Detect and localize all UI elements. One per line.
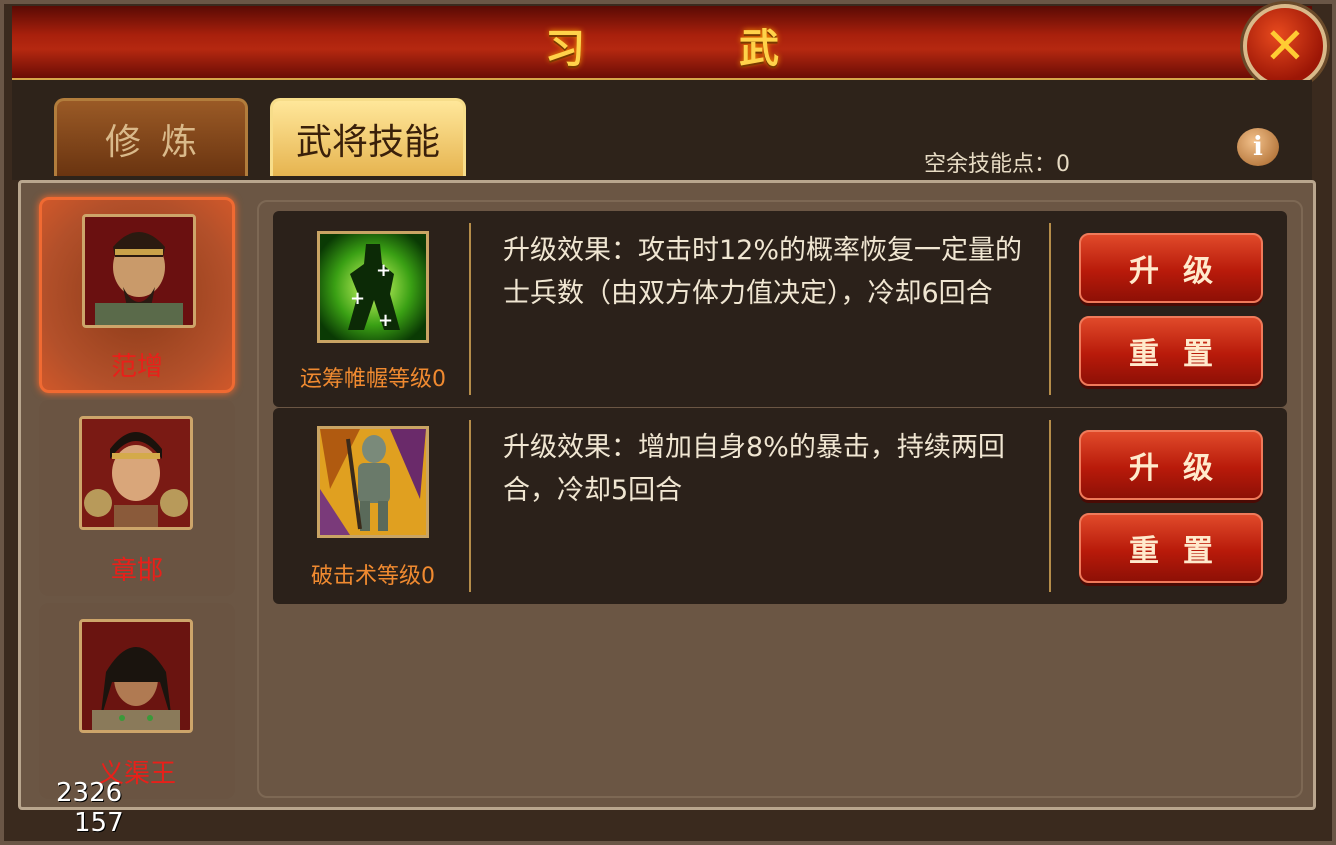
info-icon[interactable]: i	[1237, 128, 1279, 166]
hero-name: 范增	[110, 352, 163, 382]
reset-button[interactable]: 重置	[1079, 316, 1263, 386]
title-bar: 习 武	[12, 6, 1312, 81]
svg-text:+: +	[376, 260, 391, 281]
skill-level-label: 破击术等级0	[311, 564, 435, 589]
hero-portrait-yiquwang	[79, 619, 193, 733]
close-button[interactable]: ✕	[1243, 4, 1327, 88]
close-icon: ✕	[1264, 17, 1306, 75]
hero-card-fanzeng[interactable]: 范增	[39, 197, 235, 393]
armored-knight-icon[interactable]	[317, 426, 429, 538]
upgrade-button[interactable]: 升级	[1079, 430, 1263, 500]
green-energy-figure-icon[interactable]: + + +	[317, 231, 429, 343]
upgrade-button[interactable]: 升级	[1079, 233, 1263, 303]
skill-row: 破击术等级0 升级效果：增加自身8%的暴击，持续两回合，冷却5回合 升级 重置	[273, 408, 1287, 604]
skill-level-label: 运筹帷幄等级0	[300, 367, 446, 392]
skill-description: 升级效果：增加自身8%的暴击，持续两回合，冷却5回合	[503, 432, 1005, 506]
svg-text:+: +	[378, 310, 393, 331]
debug-counter: 157	[74, 808, 124, 838]
hero-portrait-fanzeng	[82, 214, 196, 328]
divider	[469, 223, 471, 395]
skill-row: + + + 运筹帷幄等级0 升级效果：攻击时12%的概率恢复一定量的士兵数（由双…	[273, 211, 1287, 407]
divider	[1049, 223, 1051, 395]
skill-description: 升级效果：攻击时12%的概率恢复一定量的士兵数（由双方体力值决定），冷却6回合	[503, 235, 1023, 309]
divider	[1049, 420, 1051, 592]
tab-general-skills[interactable]: 武将技能	[270, 98, 466, 176]
svg-text:+: +	[350, 288, 365, 309]
tab-cultivation[interactable]: 修炼	[54, 98, 248, 176]
skill-points-label: 空余技能点：0	[924, 152, 1070, 177]
divider	[469, 420, 471, 592]
hero-card-yiquwang[interactable]: 义渠王	[39, 603, 235, 799]
hero-portrait-zhanghan	[79, 416, 193, 530]
hero-name: 章邯	[110, 556, 163, 586]
reset-button[interactable]: 重置	[1079, 513, 1263, 583]
window-title: 习 武	[545, 25, 849, 72]
debug-counter: 2326	[56, 778, 123, 808]
hero-card-zhanghan[interactable]: 章邯	[39, 400, 235, 596]
